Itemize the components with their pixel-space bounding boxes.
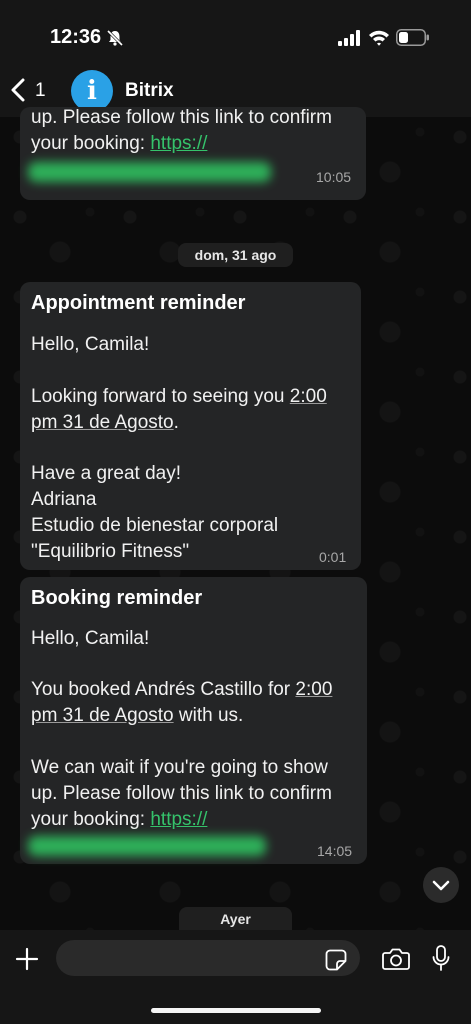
chat-background: up. Please follow this link to confirm y…	[0, 107, 471, 932]
contact-name[interactable]: Bitrix	[125, 80, 174, 102]
message-text-line: up. Please follow this link to confirm	[31, 783, 332, 804]
date-separator: dom, 31 ago	[178, 243, 293, 267]
battery-icon	[396, 29, 429, 46]
message-text-line: Have a great day!	[31, 463, 181, 484]
message-text-line: You booked Andrés Castillo for 2:00	[31, 679, 332, 701]
date-link[interactable]: pm 31 de Agosto	[31, 705, 174, 726]
message-greeting: Hello, Camila!	[31, 334, 150, 355]
message-text-line: up. Please follow this link to confirm	[31, 107, 332, 128]
message-text-line: "Equilibrio Fitness"	[31, 541, 190, 562]
blurred-link[interactable]	[28, 162, 271, 182]
date-separator: Ayer	[179, 907, 292, 932]
message-bubble-3[interactable]: Booking reminder Hello, Camila! You book…	[20, 577, 367, 864]
message-text-line: pm 31 de Agosto with us.	[31, 705, 243, 727]
status-time: 12:36	[50, 26, 102, 48]
cellular-signal-icon	[338, 30, 360, 46]
message-text-line: your booking: https://	[31, 809, 207, 831]
message-text-line: Looking forward to seeing you 2:00	[31, 386, 327, 408]
unread-count[interactable]: 1	[35, 80, 46, 102]
date-link[interactable]: 2:00	[290, 386, 327, 407]
message-bubble-1[interactable]: up. Please follow this link to confirm y…	[20, 107, 366, 200]
message-text-line: pm 31 de Agosto.	[31, 412, 179, 434]
status-bar: 12:36	[0, 0, 471, 70]
message-text-line: We can wait if you're going to show	[31, 757, 328, 778]
message-bubble-2[interactable]: Appointment reminder Hello, Camila! Look…	[20, 282, 361, 570]
message-text-line: Estudio de bienestar corporal	[31, 515, 279, 536]
scroll-to-bottom-button[interactable]	[423, 867, 459, 903]
booking-link[interactable]: https://	[150, 809, 207, 830]
plus-icon[interactable]	[15, 947, 39, 971]
booking-link[interactable]: https://	[150, 133, 207, 154]
message-time: 14:05	[317, 843, 353, 859]
back-chevron-icon[interactable]	[10, 78, 26, 102]
microphone-icon[interactable]	[432, 945, 450, 973]
sticker-icon[interactable]	[325, 949, 347, 971]
message-title: Appointment reminder	[31, 292, 246, 314]
info-icon: i	[87, 76, 97, 106]
chevron-down-icon	[432, 880, 450, 891]
blurred-link[interactable]	[28, 836, 266, 856]
message-time: 10:05	[316, 169, 352, 185]
message-text-line: Adriana	[31, 489, 97, 510]
message-text-fragment: .	[173, 412, 179, 433]
message-text-fragment: Looking forward to seeing you	[31, 386, 290, 407]
wifi-icon	[369, 30, 389, 46]
message-greeting: Hello, Camila!	[31, 628, 150, 649]
date-link[interactable]: pm 31 de Agosto	[31, 412, 174, 433]
message-text-fragment: your booking:	[31, 133, 151, 154]
message-text-fragment: You booked Andrés Castillo for	[31, 679, 296, 700]
home-indicator[interactable]	[151, 1008, 321, 1013]
date-link[interactable]: 2:00	[295, 679, 332, 700]
message-input[interactable]	[56, 940, 360, 976]
message-text-line: your booking: https://	[31, 133, 207, 155]
contact-avatar[interactable]: i	[71, 70, 113, 112]
message-text-fragment: with us.	[173, 705, 244, 726]
camera-icon[interactable]	[382, 947, 410, 971]
bell-off-icon	[106, 29, 124, 47]
message-time: 0:01	[319, 549, 347, 565]
message-title: Booking reminder	[31, 587, 203, 609]
message-composer	[0, 930, 471, 1024]
message-text-fragment: your booking:	[31, 809, 151, 830]
